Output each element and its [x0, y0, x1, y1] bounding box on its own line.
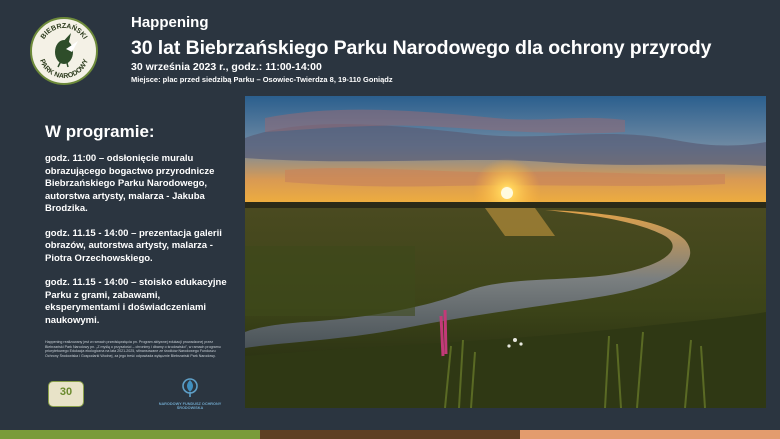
- program-item-stand: godz. 11.15 - 14:00 – stoisko edukacyjne…: [45, 277, 227, 326]
- park-logo-graphic: BIEBRZAŃSKI PARK NARODOWY: [38, 23, 90, 80]
- funding-footnote: Happening realizowany jest w ramach prze…: [45, 340, 221, 358]
- anniversary-badge: 30: [48, 381, 84, 407]
- poster: BIEBRZAŃSKI PARK NARODOWY Happening 30 l…: [0, 0, 780, 439]
- footer-bar-peach: [520, 430, 780, 439]
- event-place: Miejsce: plac przed siedzibą Parku – Oso…: [131, 75, 393, 84]
- program-heading: W programie:: [45, 122, 155, 141]
- logo-text-top: BIEBRZAŃSKI: [40, 23, 88, 41]
- sunset-marsh-photo: [245, 96, 766, 408]
- park-logo: BIEBRZAŃSKI PARK NARODOWY: [30, 17, 98, 85]
- program-item-mural: godz. 11:00 – odsłonięcie muralu obrazuj…: [45, 153, 215, 214]
- nfos-text: NARODOWY FUNDUSZ OCHRONY ŚRODOWISKA: [158, 402, 222, 411]
- program-list: godz. 11:00 – odsłonięcie muralu obrazuj…: [45, 153, 230, 339]
- nfos-logo: NARODOWY FUNDUSZ OCHRONY ŚRODOWISKA: [158, 378, 222, 412]
- footer-bar-green: [0, 430, 260, 439]
- footer-bar-brown: [260, 430, 520, 439]
- event-date: 30 września 2023 r., godz.: 11:00-14:00: [131, 61, 322, 73]
- event-title: 30 lat Biebrzańskiego Parku Narodowego d…: [131, 37, 712, 59]
- program-item-gallery: godz. 11.15 - 14:00 – prezentacja galeri…: [45, 227, 222, 264]
- anniversary-badge-text: 30: [59, 386, 73, 398]
- event-type: Happening: [131, 14, 209, 31]
- nfos-leaf-icon: [182, 378, 198, 397]
- svg-text:BIEBRZAŃSKI: BIEBRZAŃSKI: [40, 23, 88, 41]
- sunset-marsh-illustration: [245, 96, 766, 408]
